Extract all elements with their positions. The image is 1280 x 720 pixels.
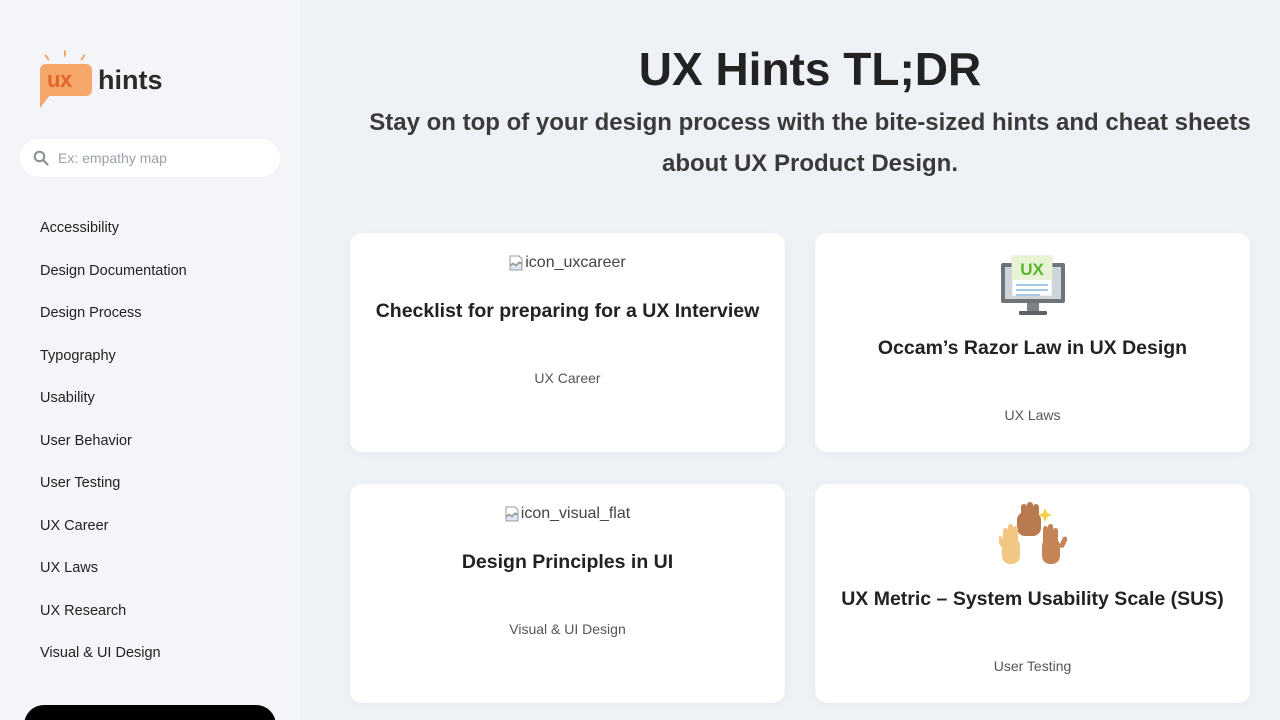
nav-item-user-behavior[interactable]: User Behavior bbox=[40, 431, 187, 474]
nav-item-ux-career[interactable]: UX Career bbox=[40, 516, 187, 559]
card-title[interactable]: Occam’s Razor Law in UX Design bbox=[815, 337, 1250, 360]
nav-item-ux-research[interactable]: UX Research bbox=[40, 601, 187, 644]
monitor-icon: UX bbox=[1001, 255, 1065, 315]
card-category[interactable]: Visual & UI Design bbox=[350, 621, 785, 637]
nav-item-ux-laws[interactable]: UX Laws bbox=[40, 558, 187, 601]
nav-item-usability[interactable]: Usability bbox=[40, 388, 187, 431]
broken-image-icon bbox=[509, 255, 523, 271]
page-subtitle: Stay on top of your design process with … bbox=[369, 109, 1251, 177]
search-box bbox=[20, 139, 280, 177]
card-category[interactable]: UX Career bbox=[350, 370, 785, 386]
logo-ray bbox=[64, 50, 66, 57]
category-nav: Accessibility Design Documentation Desig… bbox=[40, 218, 187, 686]
logo-ray bbox=[44, 54, 50, 61]
hint-card[interactable]: icon_uxcareer Checklist for preparing fo… bbox=[350, 233, 785, 452]
page-title: UX Hints TL;DR bbox=[638, 43, 982, 95]
monitor-icon-label: UX bbox=[1020, 260, 1044, 279]
hint-card[interactable]: icon_visual_flat Design Principles in UI… bbox=[350, 484, 785, 703]
raised-hands-icon bbox=[999, 502, 1067, 564]
hint-card[interactable]: UX Metric – System Usability Scale (SUS)… bbox=[815, 484, 1250, 703]
search-input[interactable] bbox=[58, 139, 268, 177]
card-category[interactable]: User Testing bbox=[815, 658, 1250, 674]
site-logo[interactable]: ux hints bbox=[38, 50, 178, 110]
nav-item-accessibility[interactable]: Accessibility bbox=[40, 218, 187, 261]
logo-ux-text: ux bbox=[47, 67, 72, 92]
nav-item-design-documentation[interactable]: Design Documentation bbox=[40, 261, 187, 304]
logo-ray bbox=[80, 54, 86, 61]
nav-item-design-process[interactable]: Design Process bbox=[40, 303, 187, 346]
broken-image-icon bbox=[505, 506, 519, 522]
card-category[interactable]: UX Laws bbox=[815, 407, 1250, 423]
card-title[interactable]: UX Metric – System Usability Scale (SUS) bbox=[815, 588, 1250, 611]
nav-item-visual-ui-design[interactable]: Visual & UI Design bbox=[40, 643, 187, 686]
logo-hints-text: hints bbox=[98, 65, 163, 95]
card-title[interactable]: Checklist for preparing for a UX Intervi… bbox=[350, 300, 785, 323]
broken-image: icon_visual_flat bbox=[350, 505, 785, 523]
search-icon bbox=[33, 150, 49, 166]
nav-item-user-testing[interactable]: User Testing bbox=[40, 473, 187, 516]
hint-card[interactable]: UX Occam’s Razor Law in UX Design UX Law… bbox=[815, 233, 1250, 452]
broken-image: icon_uxcareer bbox=[350, 254, 785, 272]
nav-item-typography[interactable]: Typography bbox=[40, 346, 187, 389]
card-title[interactable]: Design Principles in UI bbox=[350, 551, 785, 574]
sidebar-cta-button[interactable] bbox=[24, 705, 276, 720]
sidebar: ux hints Accessibility Design Documentat… bbox=[0, 0, 300, 720]
image-alt-text: icon_uxcareer bbox=[525, 254, 626, 271]
image-alt-text: icon_visual_flat bbox=[520, 505, 631, 522]
